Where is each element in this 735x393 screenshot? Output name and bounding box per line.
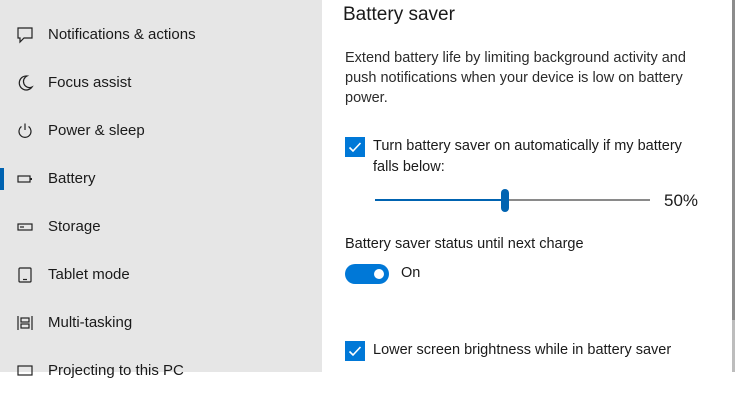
battery-saver-status-toggle[interactable] [345,264,389,284]
storage-icon [15,217,35,237]
sidebar-item-tablet-mode[interactable]: Tablet mode [0,253,322,297]
tablet-icon [15,265,35,285]
projecting-icon [15,361,35,381]
sidebar-item-label: Multi-tasking [48,314,133,332]
lower-brightness-checkbox[interactable] [345,341,365,361]
battery-saver-description: Extend battery life by limiting backgrou… [345,50,686,106]
checkmark-icon [348,346,362,357]
sidebar-item-projecting[interactable]: Projecting to this PC [0,349,322,393]
sidebar-item-focus-assist[interactable]: Focus assist [0,61,322,105]
auto-battery-saver-label-line2: falls below: [373,159,445,175]
slider-track[interactable] [505,199,650,201]
lower-brightness-label: Lower screen brightness while in battery… [373,342,672,358]
sidebar-item-label: Storage [48,218,101,236]
power-icon [15,121,35,141]
slider-value: 50% [664,191,699,210]
battery-saver-status-label: Battery saver status until next charge [345,236,584,252]
page-title: Battery saver [343,4,455,25]
moon-icon [15,73,35,93]
sidebar-item-battery[interactable]: Battery [0,157,322,201]
sidebar-item-label: Notifications & actions [48,26,196,44]
battery-threshold-slider-thumb[interactable] [501,189,509,212]
battery-icon [15,169,35,189]
auto-battery-saver-label-line1: Turn battery saver on automatically if m… [373,138,682,154]
sidebar-item-label: Tablet mode [48,266,130,284]
sidebar-item-notifications[interactable]: Notifications & actions [0,13,322,57]
auto-battery-saver-checkbox[interactable] [345,137,365,157]
sidebar-item-label: Projecting to this PC [48,362,184,380]
toggle-state-text: On [401,265,421,281]
sidebar-item-label: Focus assist [48,74,132,92]
sidebar: Notifications & actions Focus assist Pow… [0,0,322,379]
multitasking-icon [15,313,35,333]
battery-settings-panel: Battery saver Extend battery life by lim… [322,0,735,372]
toggle-knob [374,269,384,279]
notifications-icon [15,25,35,45]
sidebar-item-storage[interactable]: Storage [0,205,322,249]
sidebar-item-multitasking[interactable]: Multi-tasking [0,301,322,345]
sidebar-item-label: Power & sleep [48,122,145,140]
sidebar-item-power-sleep[interactable]: Power & sleep [0,109,322,153]
checkmark-icon [348,142,362,153]
slider-track-filled[interactable] [375,199,505,201]
sidebar-item-label: Battery [48,170,96,188]
